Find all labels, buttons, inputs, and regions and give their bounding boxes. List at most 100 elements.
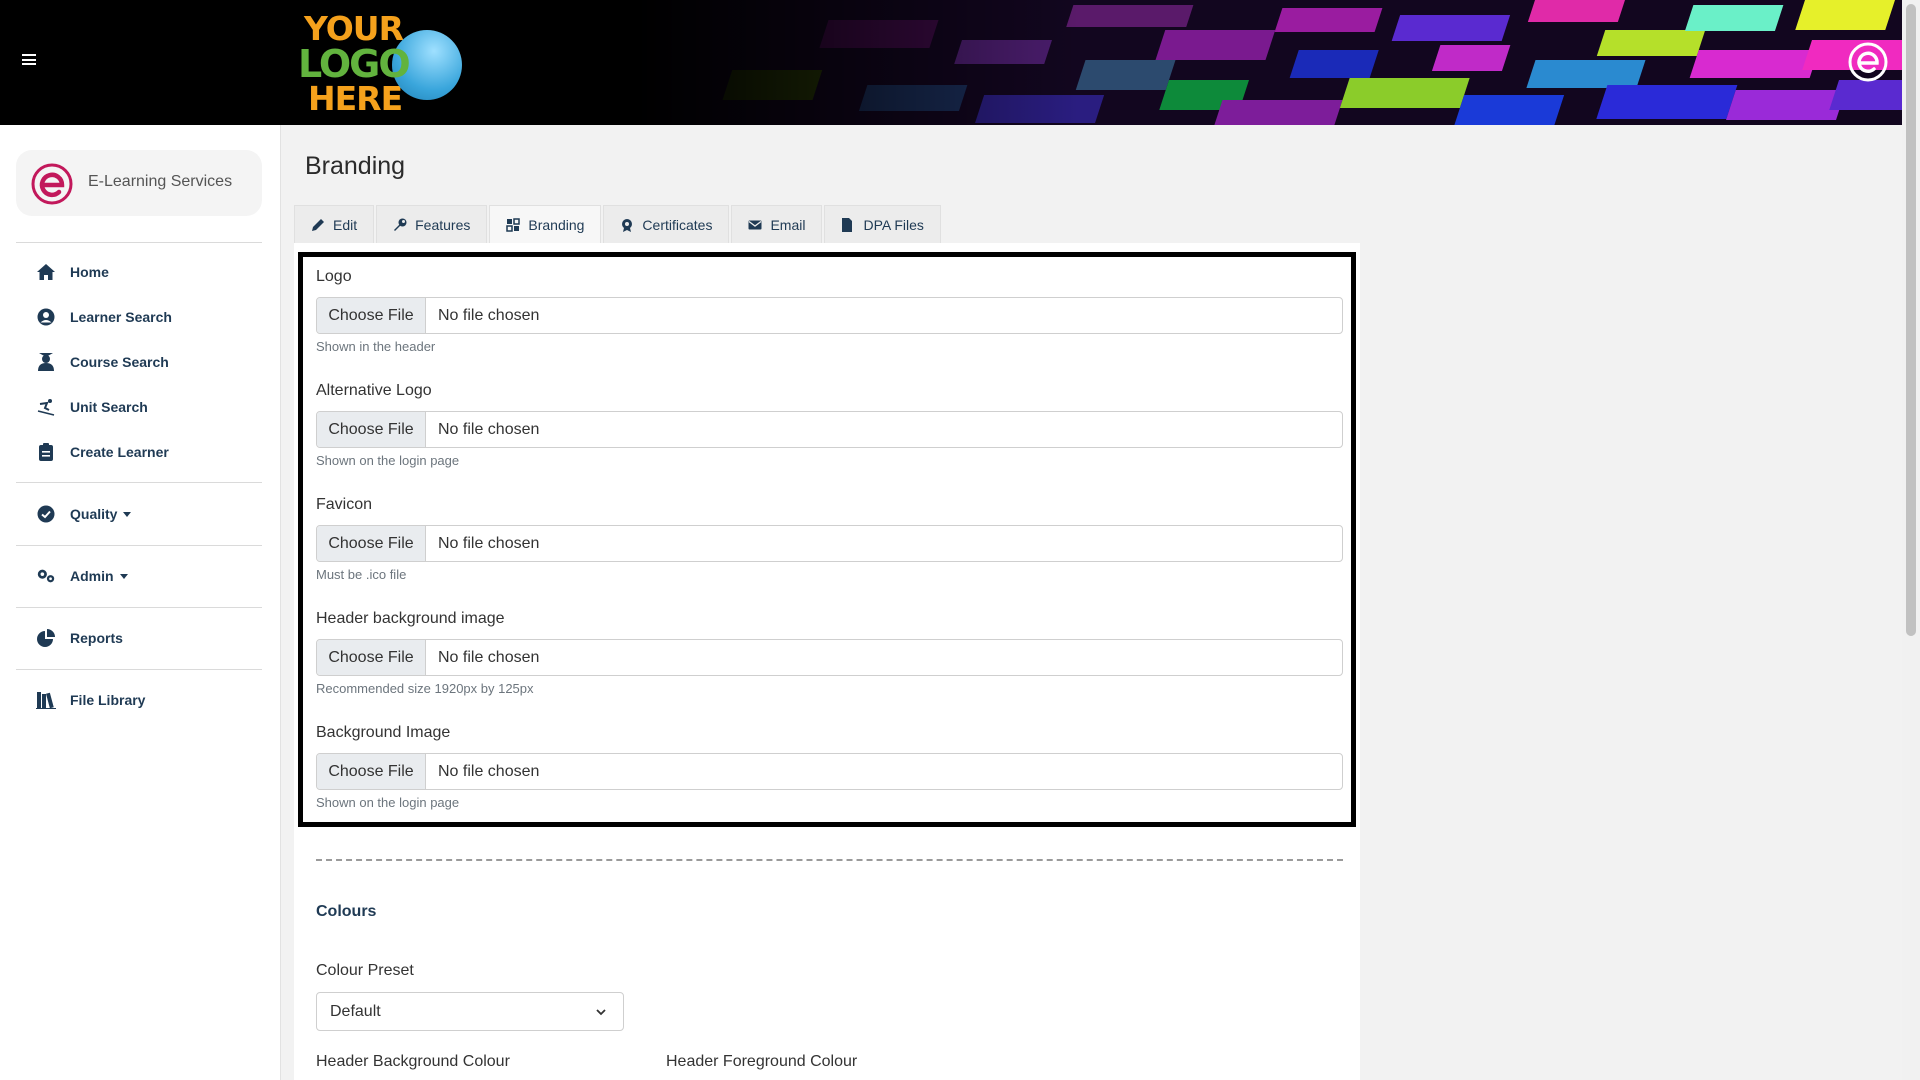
sidebar-item-admin[interactable]: Admin xyxy=(36,564,128,588)
sidebar-item-file-library[interactable]: File Library xyxy=(36,688,145,712)
e-learning-brand-icon xyxy=(31,163,73,205)
user-circle-icon xyxy=(36,307,56,327)
tab-certificates[interactable]: Certificates xyxy=(603,205,730,243)
graduate-icon xyxy=(36,352,56,372)
envelope-icon xyxy=(748,218,762,232)
sidebar-item-label: Unit Search xyxy=(70,399,148,415)
logo-line-2: LOGO xyxy=(298,42,411,86)
choose-file-button[interactable]: Choose File xyxy=(317,412,426,447)
choose-file-button[interactable]: Choose File xyxy=(317,526,426,561)
scrollbar-thumb[interactable] xyxy=(1906,4,1916,636)
alternative-logo-file-input[interactable]: Choose File No file chosen xyxy=(316,411,1343,448)
sidebar-item-unit-search[interactable]: Unit Search xyxy=(36,395,148,419)
cogs-icon xyxy=(36,566,56,586)
file-status: No file chosen xyxy=(438,648,540,666)
header-background-image-file-input[interactable]: Choose File No file chosen xyxy=(316,639,1343,676)
alternative-logo-label: Alternative Logo xyxy=(316,382,432,399)
file-status: No file chosen xyxy=(438,420,540,438)
tab-label: Features xyxy=(415,216,471,233)
file-status: No file chosen xyxy=(438,534,540,552)
file-status: No file chosen xyxy=(438,306,540,324)
tab-branding[interactable]: Branding xyxy=(489,205,602,243)
colour-preset-value: Default xyxy=(330,1002,381,1020)
favicon-label: Favicon xyxy=(316,496,373,513)
site-logo[interactable]: YOUR LOGO HERE xyxy=(296,10,468,118)
logo-line-3: HERE xyxy=(308,79,403,118)
chevron-down-icon xyxy=(596,1009,606,1016)
sidebar-item-label: Quality xyxy=(70,506,118,522)
chevron-down-icon xyxy=(123,511,132,517)
background-image-help-text: Shown on the login page xyxy=(316,795,460,810)
sidebar-item-label: Home xyxy=(70,264,109,280)
colour-preset-label: Colour Preset xyxy=(316,962,414,979)
colours-section-title: Colours xyxy=(316,903,377,920)
sidebar: E-Learning Services Home Learner Search … xyxy=(0,125,281,1080)
home-icon xyxy=(36,262,56,282)
sidebar-item-course-search[interactable]: Course Search xyxy=(36,350,169,374)
header-background-art xyxy=(635,0,1902,125)
sidebar-item-learner-search[interactable]: Learner Search xyxy=(36,305,172,329)
tab-features[interactable]: Features xyxy=(376,205,488,243)
logo-file-input[interactable]: Choose File No file chosen xyxy=(316,297,1343,334)
certificate-icon xyxy=(620,218,634,232)
sidebar-item-label: Reports xyxy=(70,630,123,646)
wrench-icon xyxy=(393,218,407,232)
tab-bar: Edit Features Branding Certificates Emai… xyxy=(294,205,943,243)
sidebar-divider xyxy=(16,482,262,483)
pie-chart-icon xyxy=(36,628,56,648)
sidebar-item-label: Course Search xyxy=(70,354,169,370)
brush-icon xyxy=(506,217,521,232)
background-image-label: Background Image xyxy=(316,724,451,741)
brand-card[interactable]: E-Learning Services xyxy=(16,150,262,216)
colour-preset-select[interactable]: Default xyxy=(316,992,624,1031)
choose-file-button[interactable]: Choose File xyxy=(317,754,426,789)
file-status: No file chosen xyxy=(438,762,540,780)
tab-label: DPA Files xyxy=(863,216,924,233)
sidebar-divider xyxy=(16,545,262,546)
header-background-colour-label: Header Background Colour xyxy=(316,1053,510,1070)
sidebar-item-create-learner[interactable]: Create Learner xyxy=(36,440,169,464)
header-background-image-label: Header background image xyxy=(316,610,505,627)
sidebar-item-label: Create Learner xyxy=(70,444,169,460)
header-background-image-help-text: Recommended size 1920px by 125px xyxy=(316,681,534,696)
sidebar-item-quality[interactable]: Quality xyxy=(36,502,132,526)
sidebar-item-label: Admin xyxy=(70,568,114,584)
e-learning-logo-icon[interactable] xyxy=(1848,42,1888,82)
check-circle-icon xyxy=(36,504,56,524)
tab-edit[interactable]: Edit xyxy=(294,205,375,243)
sidebar-divider xyxy=(16,669,262,670)
brand-name: E-Learning Services xyxy=(88,173,233,190)
favicon-help-text: Must be .ico file xyxy=(316,567,407,582)
background-image-file-input[interactable]: Choose File No file chosen xyxy=(316,753,1343,790)
tab-label: Certificates xyxy=(642,216,713,233)
choose-file-button[interactable]: Choose File xyxy=(317,640,426,675)
file-icon xyxy=(841,217,855,232)
sidebar-item-label: Learner Search xyxy=(70,309,172,325)
sidebar-divider xyxy=(16,607,262,608)
pencil-icon xyxy=(311,218,325,232)
page-title: Branding xyxy=(305,152,406,180)
clipboard-icon xyxy=(36,442,56,462)
sidebar-item-home[interactable]: Home xyxy=(36,260,109,284)
alternative-logo-help-text: Shown on the login page xyxy=(316,453,460,468)
tab-label: Branding xyxy=(528,216,585,233)
chevron-down-icon xyxy=(119,573,128,579)
tab-label: Edit xyxy=(333,216,358,233)
section-divider xyxy=(316,859,1343,861)
header-foreground-colour-label: Header Foreground Colour xyxy=(666,1053,858,1070)
choose-file-button[interactable]: Choose File xyxy=(317,298,426,333)
tab-email[interactable]: Email xyxy=(731,205,823,243)
books-icon xyxy=(36,690,56,710)
tab-label: Email xyxy=(770,216,806,233)
sidebar-item-label: File Library xyxy=(70,692,146,708)
logo-label: Logo xyxy=(316,268,352,285)
sidebar-divider xyxy=(16,242,262,243)
logo-help-text: Shown in the header xyxy=(316,339,436,354)
page-scrollbar[interactable] xyxy=(1902,0,1920,1080)
hamburger-icon[interactable] xyxy=(22,54,36,65)
logo-line-1: YOUR xyxy=(304,9,404,48)
favicon-file-input[interactable]: Choose File No file chosen xyxy=(316,525,1343,562)
tab-dpa-files[interactable]: DPA Files xyxy=(824,205,941,243)
skier-icon xyxy=(36,397,56,417)
sidebar-item-reports[interactable]: Reports xyxy=(36,626,123,650)
